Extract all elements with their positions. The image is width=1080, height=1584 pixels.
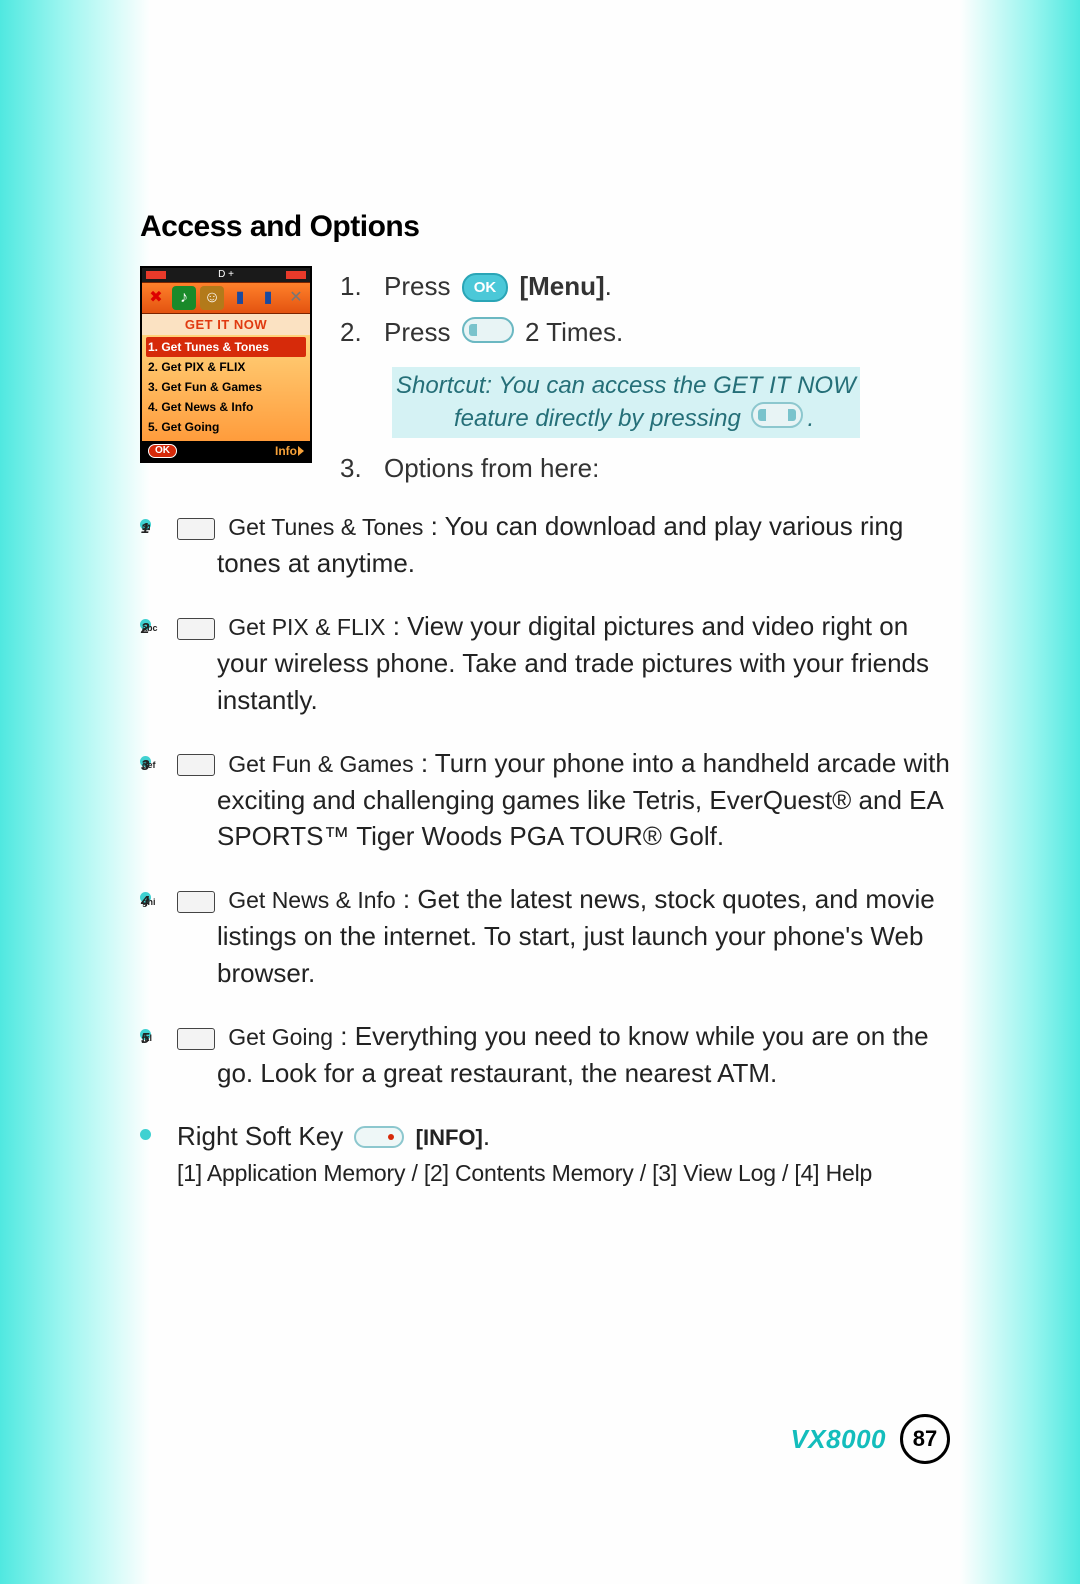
softkey-label: Right Soft Key [177,1121,343,1151]
page-footer: VX8000 87 [790,1414,950,1464]
model-label: VX8000 [790,1424,886,1455]
phone-tab-icon: ☺ [200,286,224,310]
option-label: Get Tunes & Tones [228,514,423,540]
bullet-icon [140,1129,151,1140]
steps-block: 1. Press OK [Menu]. 2. Press 2 Times. Sh… [340,266,860,494]
keypad-5-icon: 5jkl [177,1028,215,1050]
step-number: 2. [340,312,366,352]
step-number: 3. [340,448,366,488]
phone-menu-item: 3. Get Fun & Games [146,377,306,397]
phone-softkey-ok: OK [148,444,177,458]
phone-tab-icon: ♪ [172,286,196,310]
list-item: 3def Get Fun & Games : Turn your phone i… [140,745,950,856]
step-text: 2 Times. [525,317,623,347]
list-item: 2abc Get PIX & FLIX : View your digital … [140,608,950,719]
phone-menu-item: 1. Get Tunes & Tones [146,337,306,357]
phone-menu-item: 2. Get PIX & FLIX [146,357,306,377]
phone-softkey-info: Info [275,445,304,457]
phone-tab-icon: ▮ [256,286,280,310]
period: . [605,271,612,301]
option-label: Get Fun & Games [228,751,413,777]
step-text: Press [384,271,450,301]
phone-menu-title: GET IT NOW [142,314,310,335]
option-label: Get News & Info [228,887,395,913]
option-label: Get Going [228,1024,333,1050]
phone-status-mid: D + [218,270,234,280]
nav-key-icon [462,317,514,343]
period: . [483,1121,490,1151]
keypad-1-icon: 1✉ [177,518,215,540]
phone-menu-item: 5. Get Going [146,417,306,437]
step-number: 1. [340,266,366,306]
list-item: Right Soft Key [INFO]. [1] Application M… [140,1118,950,1190]
phone-tab-icon: ✖ [144,286,168,310]
option-label: Get PIX & FLIX [228,614,385,640]
phone-icon-row: ✖ ♪ ☺ ▮ ▮ ✕ [142,282,310,314]
list-item: 5jkl Get Going : Everything you need to … [140,1018,950,1092]
info-label: [INFO] [416,1125,483,1150]
phone-screenshot: D + ✖ ♪ ☺ ▮ ▮ ✕ GET IT NOW 1. Get Tunes … [140,266,312,463]
list-item: 1✉ Get Tunes & Tones : You can download … [140,508,950,582]
step-text: Press [384,317,450,347]
phone-menu-list: 1. Get Tunes & Tones 2. Get PIX & FLIX 3… [142,335,310,441]
shortcut-note: Shortcut: You can access the GET IT NOW … [392,367,860,438]
ok-key-icon: OK [462,273,509,302]
right-softkey-icon [354,1126,404,1148]
nav-key-icon [751,402,803,428]
keypad-4-icon: 4ghi [177,891,215,913]
step-text: Options from here: [384,448,599,488]
phone-tab-icon: ▮ [228,286,252,310]
keypad-3-icon: 3def [177,754,215,776]
softkey-subline: [1] Application Memory / [2] Contents Me… [177,1157,950,1190]
phone-menu-item: 4. Get News & Info [146,397,306,417]
phone-tab-icon: ✕ [284,286,308,310]
section-title: Access and Options [140,210,950,244]
menu-label: [Menu] [519,271,604,301]
page-number: 87 [900,1414,950,1464]
list-item: 4ghi Get News & Info : Get the latest ne… [140,881,950,992]
keypad-2-icon: 2abc [177,618,215,640]
